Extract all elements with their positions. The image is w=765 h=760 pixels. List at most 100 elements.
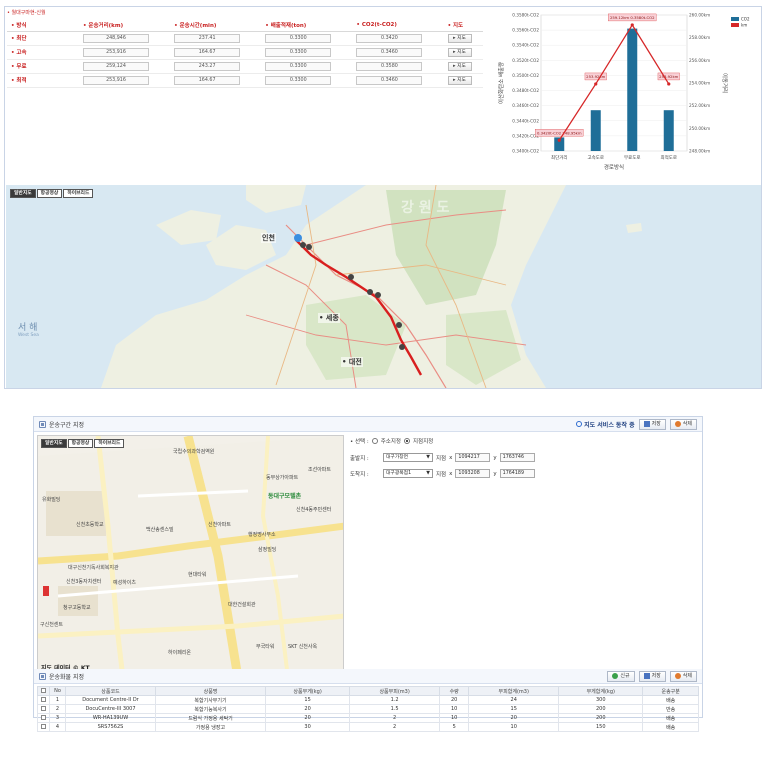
tab-aerial-map[interactable]: 항공영상 <box>67 439 94 448</box>
row-checkbox[interactable] <box>41 723 46 729</box>
route-detail-map[interactable]: 일반지도 항공영상 하이브리드 동대구모텔촌 유화빌딩 신천초등학교 대구신천기… <box>37 435 344 677</box>
chart-bar <box>590 110 601 151</box>
radio-address[interactable] <box>371 438 378 444</box>
save-button[interactable]: 저장 <box>638 670 666 682</box>
map-button[interactable]: ▸ 지도 <box>447 61 472 71</box>
map-button[interactable]: ▸ 지도 <box>447 47 472 57</box>
new-button[interactable]: 신규 <box>607 670 635 682</box>
y-prefix: y <box>493 470 497 477</box>
col-qty: 수량 <box>439 686 470 696</box>
cell-volume: 1.5 <box>349 704 441 714</box>
table-row[interactable]: 2 DocuCentre-III 3007 복합기능복사기 20 1.5 10 … <box>37 704 699 714</box>
cell-code: WR-HA139UW <box>65 713 156 723</box>
route-section-header: 운송구간 지정 지도 서비스 동작 중 저장 삭제 <box>34 417 702 432</box>
cell-qty: 5 <box>439 722 470 732</box>
origin-y-field[interactable]: 1763746 <box>499 453 535 462</box>
y2-tick-label: 260.00km <box>689 13 710 18</box>
cargo-section-header: 운송화물 지정 신규 저장 삭제 <box>34 669 702 684</box>
map-button[interactable]: ▸ 지도 <box>447 33 472 43</box>
x-prefix: x <box>449 454 453 461</box>
distance-value: 253,916 <box>83 75 149 85</box>
poi-label: 신천3동자치센터 <box>66 579 102 585</box>
delete-button[interactable]: 삭제 <box>669 670 697 682</box>
origin-point-label: 지점 <box>436 455 447 462</box>
cargo-table-body: 1 Document Centre-II Dr 복합기사무기기 15 1.2 2… <box>37 695 699 732</box>
col-mode: • 방식 <box>7 19 79 32</box>
row-checkbox[interactable] <box>41 705 46 711</box>
save-button[interactable]: 저장 <box>638 418 666 430</box>
row-checkbox-cell <box>37 722 50 732</box>
status-dot-icon <box>576 421 583 427</box>
tab-aerial-map[interactable]: 항공영상 <box>36 189 63 198</box>
col-time: • 운송시간(min) <box>170 19 262 32</box>
tab-normal-map[interactable]: 일반지도 <box>41 439 67 448</box>
tab-normal-map[interactable]: 일반지도 <box>10 189 36 198</box>
cell-code: SRS7562S <box>65 722 156 732</box>
col-name: 상품명 <box>155 686 266 696</box>
co2-value: 0.3460 <box>356 47 423 57</box>
poi-label: 동부상가아파트 <box>266 475 299 481</box>
tab-hybrid-map[interactable]: 하이브리드 <box>94 439 125 448</box>
sea-label-en: West Sea <box>18 333 39 338</box>
cell-volume: 1.2 <box>349 695 441 705</box>
route-overview-map[interactable]: 일반지도 항공영상 하이브리드 서 해 West Sea 인천 • 세종 • 대… <box>6 185 761 388</box>
poi-label: 신천초등학교 <box>76 522 104 528</box>
legend-label-co2: CO2 <box>741 17 750 22</box>
data-label: 253.92km <box>659 74 678 79</box>
time-value: 237.41 <box>174 33 241 43</box>
table-row: • 최적 253,916 164.67 0.3300 0.3460 ▸ 지도 <box>7 73 483 88</box>
cell-qty: 10 <box>439 713 470 723</box>
cell-name: 드럼식 가정용 세탁기 <box>155 713 266 723</box>
table-row: • 무료 259,124 243.27 0.3300 0.3580 ▸ 지도 <box>7 59 483 74</box>
poi-label: 대구신천기독사회복지관 <box>68 565 119 571</box>
radio-point[interactable] <box>403 438 410 444</box>
y2-tick-label: 252.00km <box>689 103 710 108</box>
row-checkbox[interactable] <box>41 696 46 702</box>
route-co2-chart: 0.3400t-CO2 0.3420t-CO2 0.3440t-CO2 0.3460t… <box>491 9 759 181</box>
distance-point <box>667 82 671 86</box>
cell-qty: 10 <box>439 704 470 714</box>
data-label: 253.92km <box>586 74 605 79</box>
origin-select[interactable]: 대구가창면 ▼ <box>383 453 433 462</box>
row-checkbox[interactable] <box>41 714 46 720</box>
distance-value: 253,916 <box>83 47 149 57</box>
x-tick-label: 고속도로 <box>587 154 604 161</box>
cell-name: 가정용 냉장고 <box>155 722 266 732</box>
legend-swatch-co2 <box>731 17 739 21</box>
table-row[interactable]: 4 SRS7562S 가정용 냉장고 30 2 5 10 150 배송 <box>37 722 699 732</box>
route-comparison-panel: • 월대구마현-신월 • 방식 • 운송거리(km) • 운송시간(min) •… <box>4 6 762 389</box>
destination-select[interactable]: 대구광복점1 ▼ <box>383 469 433 478</box>
cell-transport-type: 배송 <box>642 695 699 705</box>
delete-button[interactable]: 삭제 <box>669 418 697 430</box>
cell-weight-sum: 150 <box>558 722 644 732</box>
plus-icon <box>612 673 619 679</box>
distance-point <box>630 23 634 27</box>
table-row[interactable]: 3 WR-HA139UW 드럼식 가정용 세탁기 20 2 10 20 200 … <box>37 713 699 723</box>
poi-label: SKT 신천사옥 <box>288 644 318 650</box>
table-row[interactable]: 1 Document Centre-II Dr 복합기사무기기 15 1.2 2… <box>37 695 699 705</box>
poi-label: 신천4동주민센터 <box>296 507 332 513</box>
cell-weight-sum: 300 <box>558 695 644 705</box>
distance-point <box>557 138 561 142</box>
section-icon <box>39 420 46 428</box>
cell-no: 4 <box>49 722 66 732</box>
col-volume: 상품부피(m3) <box>349 686 441 696</box>
destination-y-field[interactable]: 1764189 <box>499 469 535 478</box>
y-tick-label: 0.3500t-CO2 <box>512 73 539 78</box>
cargo-section: 운송화물 지정 신규 저장 삭제 No 상품코드 상품명 상품무게(kg) 상품… <box>34 669 702 732</box>
tab-hybrid-map[interactable]: 하이브리드 <box>63 189 94 198</box>
cell-volume-sum: 24 <box>468 695 560 705</box>
cargo-section-title: 운송화물 지정 <box>49 673 85 681</box>
poi-label: 예성하이츠 <box>113 580 137 586</box>
y2-tick-label: 250.00km <box>689 126 710 131</box>
select-all-checkbox[interactable] <box>41 687 46 693</box>
map-button[interactable]: ▸ 지도 <box>447 75 472 85</box>
origin-label: 출발지 : <box>350 455 369 462</box>
select-mode-row: • 선택 : 주소지정 지점지정 <box>350 437 433 445</box>
destination-x-field[interactable]: 1093208 <box>455 469 491 478</box>
y-tick-label: 0.3400t-CO2 <box>512 149 539 154</box>
select-all-cell <box>37 686 50 696</box>
detail-map-type-tabs: 일반지도 항공영상 하이브리드 <box>41 439 125 448</box>
origin-x-field[interactable]: 1094217 <box>455 453 491 462</box>
col-load: • 배출적재(ton) <box>261 19 353 32</box>
